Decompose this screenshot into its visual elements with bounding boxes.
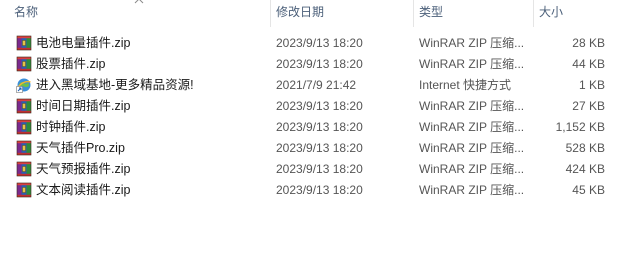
file-type: WinRAR ZIP 压缩...: [419, 162, 525, 176]
winrar-zip-icon: [16, 98, 32, 114]
file-date: 2023/9/13 18:20: [276, 57, 363, 71]
file-name: 时间日期插件.zip: [36, 99, 131, 113]
winrar-zip-icon: [16, 35, 32, 51]
file-size: 528 KB: [565, 141, 605, 155]
file-name: 进入黑域基地-更多精品资源!: [36, 78, 194, 92]
file-row[interactable]: 电池电量插件.zip 2023/9/13 18:20 WinRAR ZIP 压缩…: [0, 33, 624, 54]
file-size: 44 KB: [572, 57, 605, 71]
file-type: Internet 快捷方式: [419, 78, 512, 92]
file-type: WinRAR ZIP 压缩...: [419, 57, 525, 71]
file-row[interactable]: 股票插件.zip 2023/9/13 18:20 WinRAR ZIP 压缩..…: [0, 54, 624, 75]
file-name: 股票插件.zip: [36, 57, 106, 71]
file-row[interactable]: 天气预报插件.zip 2023/9/13 18:20 WinRAR ZIP 压缩…: [0, 159, 624, 180]
file-row[interactable]: 时间日期插件.zip 2023/9/13 18:20 WinRAR ZIP 压缩…: [0, 96, 624, 117]
file-date: 2023/9/13 18:20: [276, 36, 363, 50]
winrar-zip-icon: [16, 56, 32, 72]
file-name: 时钟插件.zip: [36, 120, 106, 134]
internet-shortcut-icon: [16, 78, 31, 93]
file-size: 45 KB: [572, 183, 605, 197]
file-date: 2023/9/13 18:20: [276, 162, 363, 176]
file-name: 电池电量插件.zip: [36, 36, 131, 50]
file-name: 天气插件Pro.zip: [36, 141, 125, 155]
winrar-zip-icon: [16, 119, 32, 135]
winrar-zip-icon: [16, 182, 32, 198]
file-list: 电池电量插件.zip 2023/9/13 18:20 WinRAR ZIP 压缩…: [0, 33, 624, 201]
column-header-type[interactable]: 类型: [413, 0, 533, 27]
file-row[interactable]: 时钟插件.zip 2023/9/13 18:20 WinRAR ZIP 压缩..…: [0, 117, 624, 138]
file-type: WinRAR ZIP 压缩...: [419, 120, 525, 134]
file-type: WinRAR ZIP 压缩...: [419, 141, 525, 155]
column-header-size[interactable]: 大小: [533, 0, 624, 27]
file-date: 2023/9/13 18:20: [276, 183, 363, 197]
winrar-zip-icon: [16, 140, 32, 156]
file-date: 2023/9/13 18:20: [276, 99, 363, 113]
file-name: 天气预报插件.zip: [36, 162, 131, 176]
file-type: WinRAR ZIP 压缩...: [419, 183, 525, 197]
column-header: 名称 修改日期 类型 大小: [0, 0, 624, 27]
file-date: 2023/9/13 18:20: [276, 141, 363, 155]
file-size: 1 KB: [578, 78, 605, 92]
file-row[interactable]: 进入黑域基地-更多精品资源! 2021/7/9 21:42 Internet 快…: [0, 75, 624, 96]
file-size: 1,152 KB: [555, 120, 605, 134]
column-header-date[interactable]: 修改日期: [270, 0, 413, 27]
file-size: 424 KB: [565, 162, 605, 176]
file-row[interactable]: 文本阅读插件.zip 2023/9/13 18:20 WinRAR ZIP 压缩…: [0, 180, 624, 201]
file-type: WinRAR ZIP 压缩...: [419, 99, 525, 113]
file-date: 2023/9/13 18:20: [276, 120, 363, 134]
sort-ascending-icon: [134, 0, 144, 4]
file-size: 28 KB: [572, 36, 605, 50]
file-row[interactable]: 天气插件Pro.zip 2023/9/13 18:20 WinRAR ZIP 压…: [0, 138, 624, 159]
winrar-zip-icon: [16, 161, 32, 177]
file-size: 27 KB: [572, 99, 605, 113]
file-type: WinRAR ZIP 压缩...: [419, 36, 525, 50]
file-name: 文本阅读插件.zip: [36, 183, 131, 197]
file-date: 2021/7/9 21:42: [276, 78, 357, 92]
